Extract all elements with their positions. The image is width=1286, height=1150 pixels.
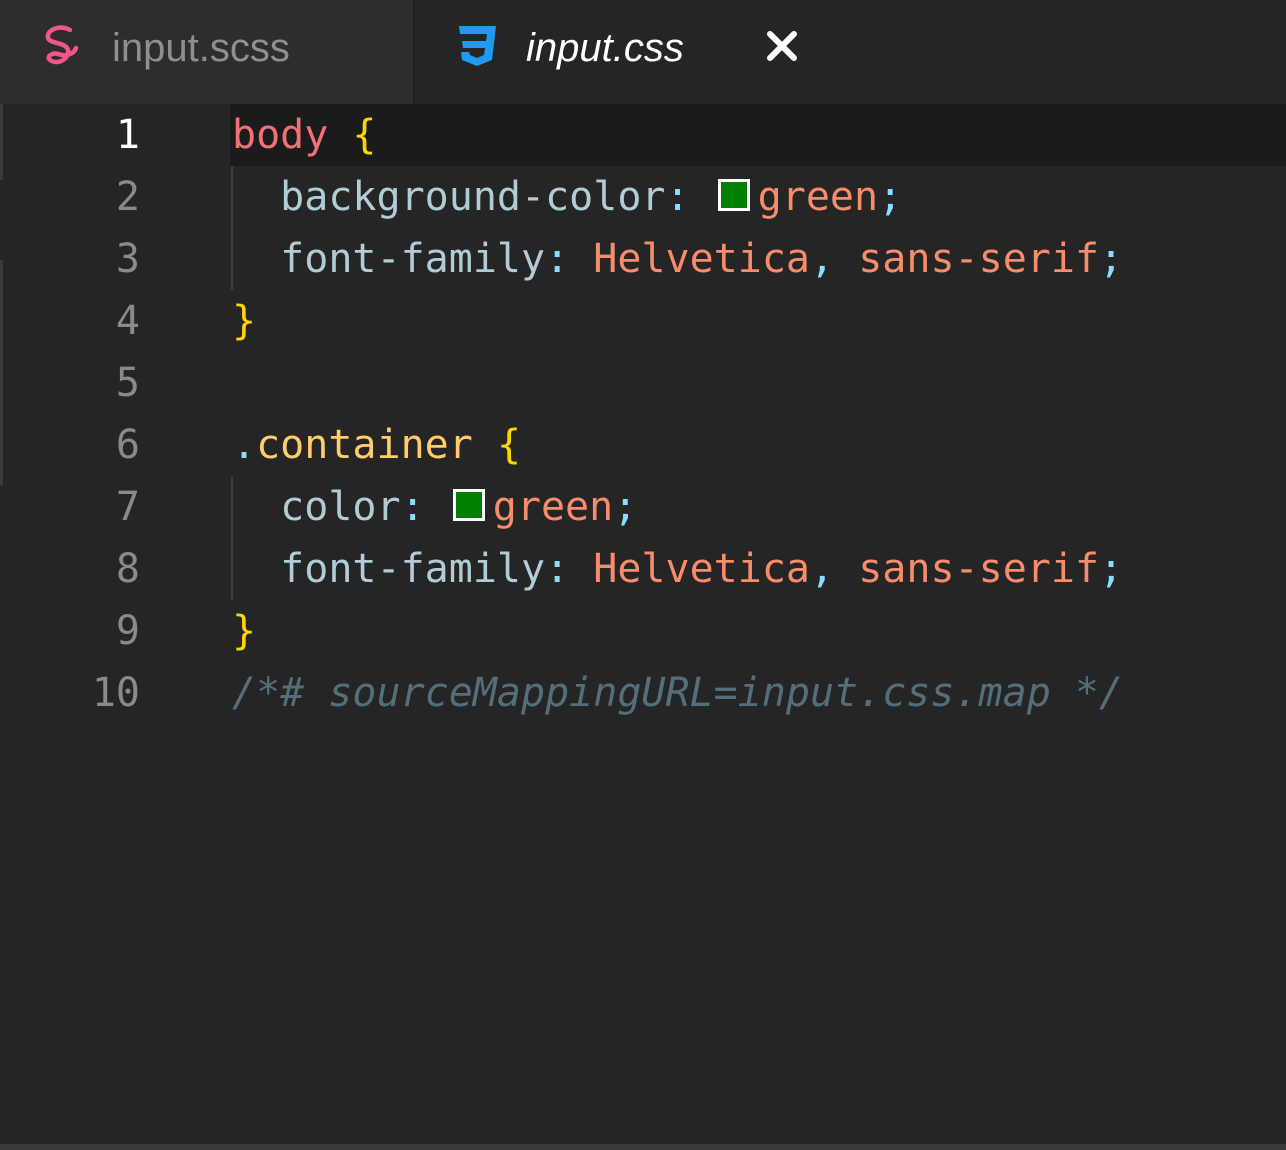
code-line[interactable]: 8 font-family: Helvetica, sans-serif; <box>0 538 1286 600</box>
sass-icon <box>40 24 82 68</box>
token-punct: ; <box>613 484 638 530</box>
token-punct: ; <box>1099 236 1124 282</box>
code-line[interactable]: 10 /*# sourceMappingURL=input.css.map */ <box>0 662 1286 724</box>
token-punct: : <box>665 174 690 220</box>
tab-bar: input.scss input.css <box>0 0 1286 104</box>
close-tab-button[interactable] <box>762 26 802 66</box>
code-line[interactable]: 7 color: green; <box>0 476 1286 538</box>
tab-input-scss[interactable]: input.scss <box>0 0 414 104</box>
tab-label: input.scss <box>112 26 290 70</box>
line-number: 9 <box>115 608 140 654</box>
line-number: 5 <box>115 360 140 406</box>
color-swatch[interactable] <box>452 489 485 521</box>
token-punct: : <box>545 546 570 592</box>
token-val: green <box>757 174 879 220</box>
code-text: background-color: green; <box>232 166 902 228</box>
code-text: body { <box>232 104 377 166</box>
token-brace: } <box>232 608 257 654</box>
token-punct: , <box>810 546 835 592</box>
code-line[interactable]: 9} <box>0 600 1286 662</box>
code-editor[interactable]: 1 body {2 background-color: green; 3 font-… <box>0 104 1286 1144</box>
code-line[interactable]: 4} <box>0 290 1286 352</box>
line-number: 10 <box>91 670 140 716</box>
code-text: font-family: Helvetica, sans-serif; <box>232 228 1123 290</box>
code-line[interactable]: 6 .container { <box>0 414 1286 476</box>
token-punct: : <box>545 236 570 282</box>
token-val: Helvetica <box>593 236 811 282</box>
code-text: /*# sourceMappingURL=input.css.map */ <box>232 662 1123 724</box>
code-text: color: green; <box>232 476 637 538</box>
line-number: 3 <box>115 236 140 282</box>
token-val: green <box>492 484 614 530</box>
token-prop: background-color <box>280 174 666 220</box>
token-dot: . <box>232 422 257 468</box>
css3-icon <box>456 24 498 68</box>
line-number: 8 <box>115 546 140 592</box>
tab-input-css[interactable]: input.css <box>414 0 834 104</box>
code-line[interactable]: 2 background-color: green; <box>0 166 1286 228</box>
token-brace: { <box>496 422 522 468</box>
close-icon <box>767 31 797 61</box>
token-val: sans-serif <box>858 546 1100 592</box>
token-prop: color <box>280 484 401 530</box>
line-number: 1 <box>115 112 140 158</box>
line-number: 7 <box>115 484 140 530</box>
token-punct: ; <box>878 174 903 220</box>
token-val: sans-serif <box>858 236 1100 282</box>
token-comment: /*# sourceMappingURL=input.css.map */ <box>232 670 1124 716</box>
code-text: } <box>232 600 256 662</box>
token-prop: font-family <box>280 236 546 282</box>
token-punct: ; <box>1099 546 1124 592</box>
code-text: font-family: Helvetica, sans-serif; <box>232 538 1123 600</box>
token-sel: body <box>232 112 329 158</box>
line-number: 4 <box>115 298 140 344</box>
code-line[interactable]: 1 body { <box>0 104 1286 166</box>
code-line[interactable]: 3 font-family: Helvetica, sans-serif; <box>0 228 1286 290</box>
code-text: } <box>232 290 256 352</box>
token-cls: container <box>256 422 473 468</box>
line-number: 2 <box>115 174 140 220</box>
token-punct: , <box>810 236 835 282</box>
tab-label: input.css <box>526 26 684 70</box>
code-text: .container { <box>232 414 521 476</box>
token-brace: } <box>232 298 257 344</box>
horizontal-scrollbar[interactable] <box>0 1144 1286 1150</box>
color-swatch[interactable] <box>717 179 750 211</box>
token-val: Helvetica <box>593 546 811 592</box>
token-punct: : <box>400 484 425 530</box>
token-brace: { <box>352 112 377 158</box>
code-line[interactable]: 5 <box>0 352 1286 414</box>
token-prop: font-family <box>280 546 546 592</box>
line-number: 6 <box>115 422 140 468</box>
